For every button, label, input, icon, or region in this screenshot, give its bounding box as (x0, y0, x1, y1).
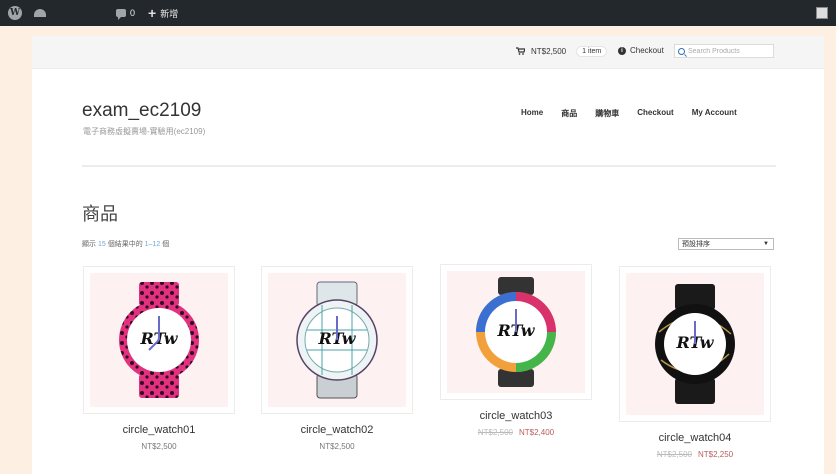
comment-count: 0 (130, 8, 136, 18)
product-name[interactable]: circle_watch03 (440, 410, 592, 422)
checkout-icon: i (618, 46, 626, 55)
nav-item-checkout[interactable]: Checkout (637, 108, 673, 119)
product-regular-price: NT$2,500 (656, 450, 692, 459)
watch-image-icon: RTw (476, 277, 556, 387)
product-name[interactable]: circle_watch02 (261, 424, 413, 436)
result-count: 顯示 15 個結果中的 1–12 個 (82, 241, 170, 248)
product-price: NT$2,500 (141, 442, 177, 451)
nav-item-products[interactable]: 商品 (561, 108, 577, 119)
nav-item-cart[interactable]: 購物車 (595, 108, 619, 119)
product-price: NT$2,500 NT$2,400 (440, 428, 592, 437)
site-page: NT$2,500 1 item i Checkout exam_ec2109 電… (32, 36, 824, 474)
new-label: 新增 (160, 8, 179, 19)
dashboard-icon[interactable] (34, 0, 46, 26)
cart-total: NT$2,500 (531, 47, 567, 56)
product-card[interactable]: RTw circle_watch04 NT$2,500 NT$2,250 (619, 266, 771, 459)
avatar (816, 7, 828, 19)
user-account-button[interactable] (816, 0, 828, 26)
header-divider (82, 165, 776, 167)
site-tagline: 電子商務虛擬賣場-實驗用(ec2109) (83, 127, 206, 136)
product-image[interactable]: RTw (440, 264, 592, 400)
product-name[interactable]: circle_watch01 (83, 424, 235, 436)
product-card[interactable]: RTw circle_watch01 NT$2,500 (83, 266, 235, 451)
sort-select[interactable]: 預設排序 ▼ (678, 238, 774, 250)
nav-item-my-account[interactable]: My Account (692, 108, 737, 119)
product-price: NT$2,500 NT$2,250 (619, 450, 771, 459)
cart-icon (516, 46, 526, 57)
comments-button[interactable]: 0 (116, 0, 135, 26)
nav-item-home[interactable]: Home (521, 108, 543, 119)
cart-link[interactable]: NT$2,500 1 item (516, 46, 608, 57)
site-title[interactable]: exam_ec2109 (82, 100, 201, 122)
checkout-label: Checkout (630, 46, 664, 55)
new-content-button[interactable]: + 新增 (148, 0, 178, 26)
product-regular-price: NT$2,500 (477, 428, 513, 437)
product-image[interactable]: RTw (83, 266, 235, 414)
plus-icon: + (148, 5, 157, 21)
product-card[interactable]: RTw circle_watch03 NT$2,500 NT$2,400 (440, 264, 592, 437)
product-sale-price: NT$2,250 (698, 450, 734, 459)
chevron-down-icon: ▼ (763, 241, 769, 247)
admin-bar: W 0 + 新增 (0, 0, 836, 26)
primary-navigation: Home 商品 購物車 Checkout My Account (521, 108, 737, 119)
product-image[interactable]: RTw (261, 266, 413, 414)
wordpress-logo-icon[interactable]: W (8, 0, 22, 26)
watch-image-icon: RTw (655, 284, 735, 404)
header-topbar: NT$2,500 1 item i Checkout (32, 36, 824, 69)
watch-image-icon: RTw (296, 281, 378, 399)
comment-icon (116, 9, 126, 20)
product-sale-price: NT$2,400 (519, 428, 555, 437)
product-name[interactable]: circle_watch04 (619, 432, 771, 444)
cart-count-badge: 1 item (576, 46, 608, 57)
product-search (674, 44, 774, 58)
checkout-link[interactable]: i Checkout (618, 46, 664, 55)
search-input[interactable] (688, 47, 772, 55)
page-title: 商品 (82, 204, 118, 224)
sort-selected-value: 預設排序 (682, 241, 710, 248)
product-image[interactable]: RTw (619, 266, 771, 422)
product-card[interactable]: RTw circle_watch02 NT$2,500 (261, 266, 413, 451)
product-price: NT$2,500 (319, 442, 355, 451)
watch-image-icon: RTw (119, 282, 199, 398)
search-icon (678, 47, 685, 55)
